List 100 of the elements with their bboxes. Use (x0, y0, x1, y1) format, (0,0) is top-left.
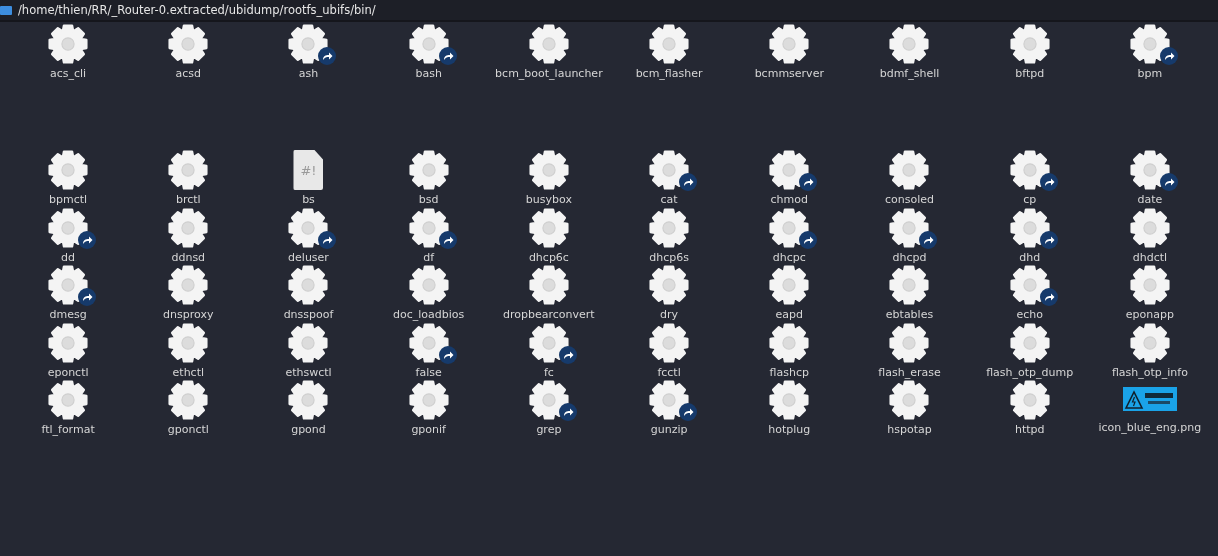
file-name[interactable]: dhcpc (772, 250, 806, 265)
file-name[interactable]: eponctl (47, 365, 89, 380)
gear-icon[interactable] (408, 380, 449, 420)
file-name[interactable]: grep (536, 423, 562, 438)
gear-icon[interactable] (1129, 207, 1170, 248)
file-name[interactable]: brctl (175, 193, 201, 208)
gear-icon[interactable] (288, 265, 329, 305)
file-name[interactable]: hotplug (768, 423, 811, 438)
file-name[interactable]: fc (543, 365, 554, 380)
file-name[interactable]: bftpd (1015, 67, 1045, 82)
file-name[interactable]: bpmctl (49, 193, 88, 208)
gear-icon[interactable] (528, 24, 569, 64)
file-name[interactable]: gponctl (167, 423, 209, 438)
file-name[interactable]: bash (415, 67, 442, 82)
file-name[interactable]: df (423, 250, 435, 265)
gear-icon[interactable] (769, 24, 810, 64)
gear-icon[interactable] (769, 380, 810, 420)
file-name[interactable]: bcm_boot_launcher (495, 67, 603, 82)
file-name[interactable]: eponapp (1125, 308, 1174, 323)
gear-icon[interactable] (649, 207, 690, 248)
file-name[interactable]: gpond (291, 423, 326, 438)
file-name[interactable]: dmesg (49, 308, 87, 323)
gear-icon[interactable] (48, 150, 89, 190)
file-name[interactable]: consoled (884, 193, 934, 208)
file-name[interactable]: ethswctl (285, 365, 332, 380)
file-name[interactable]: dd (61, 250, 76, 265)
file-name[interactable]: ash (298, 67, 319, 82)
file-name[interactable]: flash_otp_info (1111, 365, 1188, 380)
file-name[interactable]: cp (1023, 193, 1037, 208)
gear-icon[interactable] (168, 322, 209, 363)
gear-icon[interactable] (528, 150, 569, 190)
gear-icon[interactable] (649, 322, 690, 363)
file-name[interactable]: dhdctl (1132, 250, 1168, 265)
file-name[interactable]: acs_cli (50, 67, 87, 82)
file-name[interactable]: bs (302, 193, 315, 208)
gear-icon[interactable] (168, 207, 209, 248)
file-name[interactable]: flash_erase (878, 365, 941, 380)
gear-icon[interactable] (48, 322, 89, 363)
gear-icon[interactable] (649, 24, 690, 64)
file-name[interactable]: dhcp6c (528, 250, 569, 265)
gear-icon[interactable] (408, 150, 449, 190)
file-name[interactable]: eapd (775, 308, 804, 323)
file-name[interactable]: ddnsd (171, 250, 206, 265)
gear-icon[interactable] (48, 24, 89, 64)
file-name[interactable]: fcctl (657, 365, 681, 380)
file-name[interactable]: ebtables (885, 308, 934, 323)
file-name[interactable]: busybox (525, 193, 572, 208)
gear-icon[interactable] (889, 380, 930, 420)
file-name[interactable]: bcmmserver (754, 67, 824, 82)
file-name[interactable]: dnsspoof (283, 308, 334, 323)
gear-icon[interactable] (649, 265, 690, 305)
gear-icon[interactable] (1129, 322, 1170, 363)
gear-icon[interactable] (528, 265, 569, 305)
file-name[interactable]: dhcpd (892, 250, 927, 265)
gear-icon[interactable] (528, 207, 569, 248)
gear-icon[interactable] (168, 380, 209, 420)
gear-icon[interactable] (168, 24, 209, 64)
file-name[interactable]: httpd (1014, 423, 1045, 438)
link-badge-icon (438, 345, 457, 364)
gear-icon[interactable] (769, 265, 810, 305)
gear-icon[interactable] (889, 150, 930, 190)
gear-icon[interactable] (1009, 380, 1050, 420)
file-name[interactable]: bdmf_shell (879, 67, 940, 82)
gear-icon[interactable] (168, 265, 209, 305)
file-name[interactable]: bcm_flasher (635, 67, 703, 82)
file-name[interactable]: dry (660, 308, 679, 323)
gear-icon[interactable] (168, 150, 209, 190)
file-name[interactable]: bpm (1137, 67, 1163, 82)
file-name[interactable]: deluser (288, 250, 329, 265)
file-name[interactable]: flashcp (769, 365, 809, 380)
file-name[interactable]: chmod (770, 193, 808, 208)
gear-icon[interactable] (889, 265, 930, 305)
gear-icon[interactable] (48, 380, 89, 420)
file-name[interactable]: gponif (411, 423, 446, 438)
file-name[interactable]: flash_otp_dump (986, 365, 1074, 380)
gear-icon[interactable] (288, 322, 329, 363)
file-name[interactable]: cat (660, 193, 678, 208)
gear-icon[interactable] (889, 24, 930, 64)
gear-icon[interactable] (1129, 265, 1170, 305)
file-name[interactable]: hspotap (887, 423, 932, 438)
file-name[interactable]: false (415, 365, 442, 380)
gear-icon[interactable] (288, 380, 329, 420)
file-name[interactable]: ethctl (172, 365, 205, 380)
file-name[interactable]: ftl_format (41, 423, 95, 438)
file-name[interactable]: gunzip (650, 423, 688, 438)
file-name[interactable]: date (1137, 193, 1163, 208)
file-name[interactable]: dhcp6s (649, 250, 689, 265)
gear-icon[interactable] (889, 322, 930, 363)
gear-icon[interactable] (408, 265, 449, 305)
file-name[interactable]: dropbearconvert (503, 308, 595, 323)
file-name[interactable]: dhd (1019, 250, 1041, 265)
file-name[interactable]: icon_blue_eng.png (1098, 421, 1202, 436)
file-name[interactable]: dnsproxy (163, 308, 214, 323)
gear-icon[interactable] (1009, 24, 1050, 64)
file-name[interactable]: acsd (175, 67, 202, 82)
file-name[interactable]: bsd (418, 193, 439, 208)
file-name[interactable]: echo (1016, 308, 1043, 323)
gear-icon[interactable] (769, 322, 810, 363)
file-name[interactable]: doc_loadbios (393, 308, 465, 323)
gear-icon[interactable] (1009, 322, 1050, 363)
